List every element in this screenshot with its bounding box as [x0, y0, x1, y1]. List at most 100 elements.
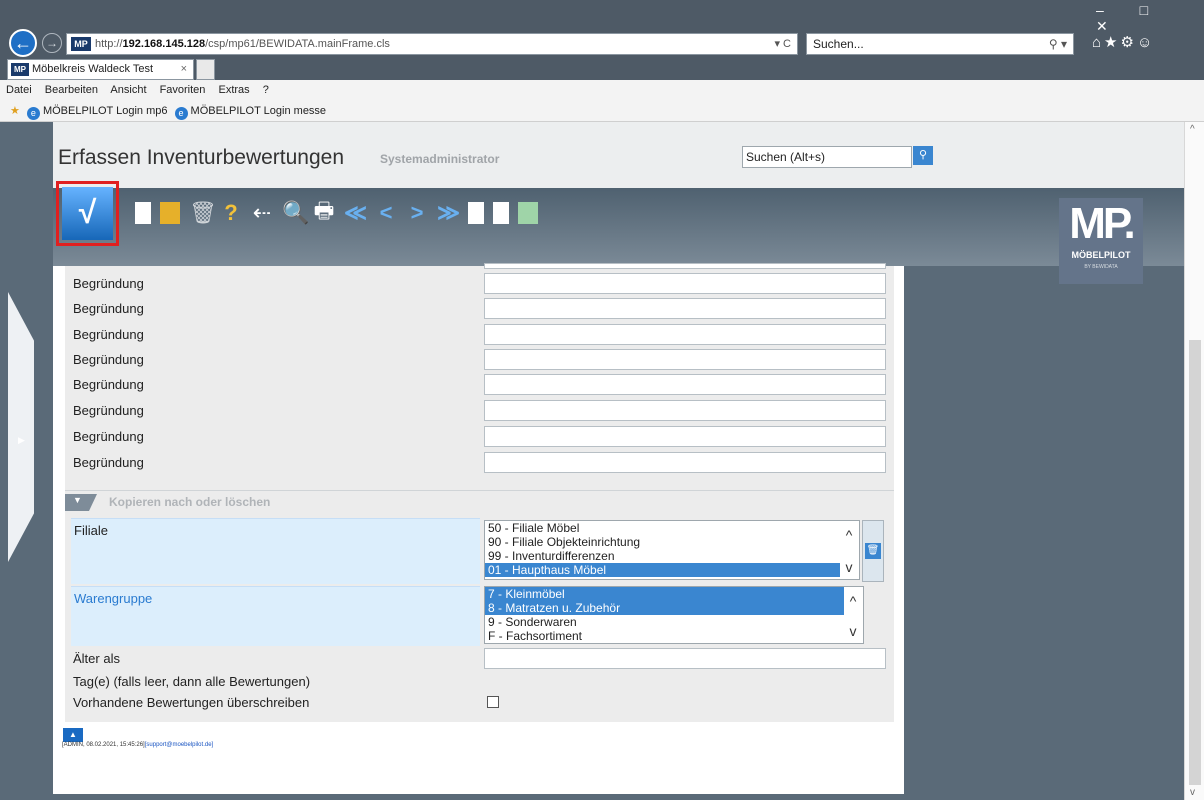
- overwrite-checkbox[interactable]: [487, 696, 499, 708]
- app-search-button[interactable]: ⚲: [913, 146, 933, 165]
- menu-extras[interactable]: Extras: [218, 84, 249, 96]
- menu-favoriten[interactable]: Favoriten: [160, 84, 206, 96]
- menu-datei[interactable]: Datei: [6, 84, 32, 96]
- begruendung-label: Begründung: [73, 455, 144, 470]
- back-button[interactable]: ←: [9, 29, 37, 57]
- browser-chrome: – □ ✕ ← → MP http://192.168.145.128/csp/…: [0, 0, 1204, 122]
- support-link[interactable]: [support@moebelpilot.de]: [145, 742, 213, 748]
- scroll-down-icon[interactable]: v: [843, 623, 863, 639]
- moebelpilot-logo: MP. MÖBELPILOT BY BEWIDATA: [1059, 198, 1143, 284]
- warengruppe-option-selected[interactable]: 8 - Matratzen u. Zubehör: [485, 601, 844, 615]
- aelter-als-label: Älter als: [73, 651, 120, 666]
- filiale-option-selected[interactable]: 01 - Haupthaus Möbel: [485, 563, 840, 577]
- scroll-down-icon[interactable]: v: [839, 559, 859, 575]
- open-folder-icon[interactable]: [160, 202, 180, 224]
- begruendung-input[interactable]: [484, 452, 886, 473]
- begruendung-label: Begründung: [73, 276, 144, 291]
- checkmark-icon: √: [62, 187, 113, 240]
- browser-tab[interactable]: MP Möbelkreis Waldeck Test ×: [7, 59, 194, 80]
- browser-search-value: Suchen...: [813, 37, 864, 51]
- copy-delete-section-header[interactable]: ▼ Kopieren nach oder löschen: [65, 490, 894, 514]
- begruendung-input[interactable]: [484, 273, 886, 294]
- browser-search-input[interactable]: Suchen... ⚲ ▾: [806, 33, 1074, 55]
- search-icon[interactable]: 🔍: [282, 200, 309, 226]
- begruendung-input[interactable]: [484, 298, 886, 319]
- begruendung-input[interactable]: [484, 426, 886, 447]
- last-record-icon[interactable]: ≫: [437, 200, 460, 226]
- page-scrollbar[interactable]: ^ v: [1184, 122, 1204, 800]
- compare-icon[interactable]: [518, 202, 538, 224]
- save-button[interactable]: √: [56, 181, 119, 246]
- filiale-option[interactable]: 99 - Inventurdifferenzen: [485, 549, 859, 563]
- first-record-icon[interactable]: ≪: [344, 200, 367, 226]
- warengruppe-scrollbar[interactable]: ^ v: [843, 587, 863, 643]
- filiale-scrollbar[interactable]: ^ v: [839, 521, 859, 579]
- back-arrow-icon[interactable]: ⇠: [251, 200, 273, 226]
- delete-button[interactable]: 🗑: [862, 520, 884, 582]
- scroll-to-top-icon[interactable]: ▲: [63, 728, 83, 742]
- previous-record-icon[interactable]: <: [375, 200, 397, 226]
- aelter-als-input[interactable]: [484, 648, 886, 669]
- begruendung-label: Begründung: [73, 377, 144, 392]
- toolbar-icons: 🗑 ? ⇠ 🔍 🖶 ≪ < > ≫: [135, 198, 538, 228]
- site-favicon: MP: [71, 37, 91, 51]
- favorite-link-mp6[interactable]: MÖBELPILOT Login mp6: [43, 105, 168, 117]
- new-document-icon[interactable]: [135, 202, 151, 224]
- chevron-right-icon: ▶: [18, 435, 25, 445]
- warengruppe-option[interactable]: F - Fachsortiment: [485, 629, 863, 643]
- favorites-star-icon[interactable]: ★: [10, 105, 20, 117]
- favorite-link-messe[interactable]: MÖBELPILOT Login messe: [191, 105, 327, 117]
- search-icon[interactable]: ⚲ ▾: [1049, 34, 1067, 54]
- scroll-up-icon[interactable]: ^: [1190, 124, 1195, 135]
- begruendung-label: Begründung: [73, 352, 144, 367]
- app-search-input[interactable]: Suchen (Alt+s): [742, 146, 912, 168]
- app-page: Erfassen Inventurbewertungen Systemadmin…: [53, 122, 1184, 794]
- begruendung-input[interactable]: [484, 374, 886, 395]
- begruendung-input[interactable]: [484, 400, 886, 421]
- section-title: Kopieren nach oder löschen: [109, 495, 271, 509]
- tab-close-icon[interactable]: ×: [181, 60, 187, 79]
- new-tab-button[interactable]: [196, 59, 215, 80]
- toolbar: √ 🗑 ? ⇠ 🔍 🖶 ≪ < > ≫ MP. MÖBELPILOT BY BE…: [53, 181, 1184, 284]
- form-area: Begründung Begründung Begründung Begründ…: [65, 263, 894, 722]
- filiale-option[interactable]: 50 - Filiale Möbel: [485, 521, 859, 535]
- warengruppe-label: Warengruppe: [74, 591, 153, 606]
- tab-title: Möbelkreis Waldeck Test: [32, 63, 154, 75]
- menu-help[interactable]: ?: [263, 84, 269, 96]
- menu-bearbeiten[interactable]: Bearbeiten: [45, 84, 98, 96]
- address-bar[interactable]: MP http://192.168.145.128/csp/mp61/BEWID…: [66, 33, 798, 55]
- warengruppe-option-selected[interactable]: 7 - Kleinmöbel: [485, 587, 844, 601]
- warengruppe-listbox[interactable]: 7 - Kleinmöbel 8 - Matratzen u. Zubehör …: [484, 586, 864, 644]
- print-icon[interactable]: 🖶: [313, 194, 335, 232]
- copy-icon[interactable]: [468, 202, 484, 224]
- favorite-icon: e: [26, 107, 40, 120]
- scroll-up-icon[interactable]: ^: [843, 593, 863, 609]
- scroll-up-icon[interactable]: ^: [839, 527, 859, 543]
- hand-document-icon[interactable]: [493, 202, 509, 224]
- scroll-down-icon[interactable]: v: [1190, 787, 1195, 798]
- begruendung-label: Begründung: [73, 327, 144, 342]
- favorites-bar: ★ e MÖBELPILOT Login mp6 e MÖBELPILOT Logi…: [0, 100, 1204, 122]
- refresh-icon[interactable]: ▾ C: [774, 34, 791, 54]
- begruendung-input[interactable]: [484, 324, 886, 345]
- page-title: Erfassen Inventurbewertungen: [58, 146, 345, 169]
- forward-button[interactable]: →: [42, 33, 62, 53]
- next-record-icon[interactable]: >: [406, 200, 428, 226]
- scrollbar-thumb[interactable]: [1189, 340, 1201, 785]
- trash-icon[interactable]: 🗑: [189, 200, 217, 226]
- tage-label: Tag(e) (falls leer, dann alle Bewertunge…: [73, 674, 311, 689]
- begruendung-input[interactable]: [484, 263, 886, 269]
- window-controls[interactable]: – □ ✕: [1096, 2, 1204, 35]
- warengruppe-option[interactable]: 9 - Sonderwaren: [485, 615, 863, 629]
- help-icon[interactable]: ?: [220, 200, 242, 226]
- home-star-gear-icons[interactable]: ⌂★⚙☺: [1092, 33, 1155, 51]
- filiale-listbox[interactable]: 50 - Filiale Möbel 90 - Filiale Objektei…: [484, 520, 860, 580]
- overwrite-label: Vorhandene Bewertungen überschreiben: [73, 695, 310, 710]
- url-path: /csp/mp61/BEWIDATA.mainFrame.cls: [205, 38, 390, 50]
- side-panel-toggle[interactable]: ▶: [8, 292, 34, 562]
- begruendung-input[interactable]: [484, 349, 886, 370]
- page-subtitle: Systemadministrator: [380, 152, 500, 166]
- filiale-option[interactable]: 90 - Filiale Objekteinrichtung: [485, 535, 859, 549]
- menu-ansicht[interactable]: Ansicht: [110, 84, 146, 96]
- begruendung-label: Begründung: [73, 403, 144, 418]
